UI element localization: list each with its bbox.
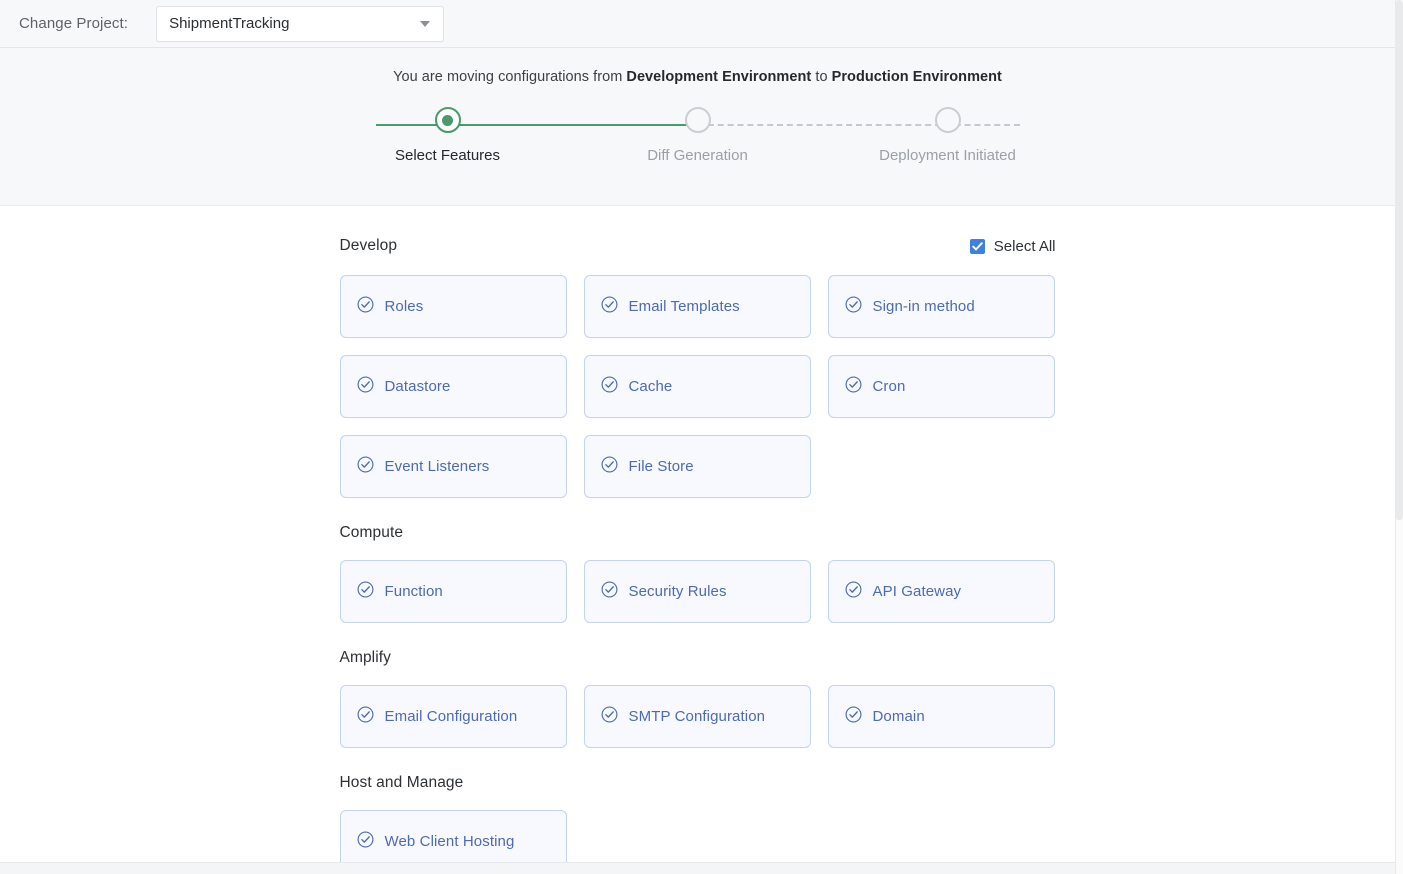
check-circle-icon xyxy=(357,456,374,478)
step-deployment-initiated[interactable]: Deployment Initiated xyxy=(848,107,1048,164)
check-circle-icon xyxy=(845,296,862,318)
source-environment: Development Environment xyxy=(626,69,811,85)
feature-card-email-templates[interactable]: Email Templates xyxy=(584,275,811,338)
feature-card-api-gateway[interactable]: API Gateway xyxy=(828,560,1055,623)
check-circle-icon xyxy=(357,706,374,728)
check-circle-icon xyxy=(845,581,862,603)
feature-label: Email Configuration xyxy=(385,708,518,725)
check-circle-icon xyxy=(357,831,374,853)
feature-card-cron[interactable]: Cron xyxy=(828,355,1055,418)
step-bullet-icon xyxy=(935,107,961,133)
project-select-value: ShipmentTracking xyxy=(169,15,420,32)
target-environment: Production Environment xyxy=(832,69,1002,85)
feature-label: Event Listeners xyxy=(385,458,490,475)
check-circle-icon xyxy=(601,581,618,603)
feature-label: Cron xyxy=(873,378,906,395)
project-topbar: Change Project: ShipmentTracking xyxy=(0,0,1395,48)
section-develop: Develop Select All Roles xyxy=(340,235,1056,498)
feature-card-web-client-hosting[interactable]: Web Client Hosting xyxy=(340,810,567,862)
feature-card-security-rules[interactable]: Security Rules xyxy=(584,560,811,623)
section-title: Develop xyxy=(340,237,398,255)
select-all-checkbox[interactable] xyxy=(970,239,985,254)
select-all-control[interactable]: Select All xyxy=(970,238,1056,255)
section-compute: Compute Function Security Rules API Gate… xyxy=(340,524,1056,623)
section-title: Compute xyxy=(340,524,1056,542)
step-dot-icon xyxy=(692,115,703,126)
feature-card-sign-in-method[interactable]: Sign-in method xyxy=(828,275,1055,338)
project-select[interactable]: ShipmentTracking xyxy=(156,6,444,42)
section-title: Host and Manage xyxy=(340,774,1056,792)
feature-card-email-configuration[interactable]: Email Configuration xyxy=(340,685,567,748)
chevron-down-icon xyxy=(420,21,430,27)
change-project-label: Change Project: xyxy=(19,15,128,32)
scrollbar-thumb[interactable] xyxy=(1395,0,1403,520)
step-diff-generation[interactable]: Diff Generation xyxy=(598,107,798,164)
section-host-and-manage: Host and Manage Web Client Hosting xyxy=(340,774,1056,862)
feature-label: Domain xyxy=(873,708,925,725)
section-amplify: Amplify Email Configuration SMTP Configu… xyxy=(340,649,1056,748)
feature-label: Security Rules xyxy=(629,583,727,600)
check-circle-icon xyxy=(845,376,862,398)
feature-grid-develop: Roles Email Templates Sign-in method Dat… xyxy=(340,275,1056,498)
feature-sections: Develop Select All Roles xyxy=(340,206,1056,862)
check-circle-icon xyxy=(845,706,862,728)
feature-label: API Gateway xyxy=(873,583,962,600)
feature-label: SMTP Configuration xyxy=(629,708,766,725)
message-prefix: You are moving configurations from xyxy=(393,69,626,85)
select-all-label: Select All xyxy=(994,238,1056,255)
feature-card-event-listeners[interactable]: Event Listeners xyxy=(340,435,567,498)
feature-label: Cache xyxy=(629,378,673,395)
feature-card-cache[interactable]: Cache xyxy=(584,355,811,418)
check-circle-icon xyxy=(601,296,618,318)
wizard-header: You are moving configurations from Devel… xyxy=(0,48,1395,206)
progress-stepper: Select Features Diff Generation Deployme… xyxy=(348,107,1048,181)
section-header: Develop Select All xyxy=(340,235,1056,257)
feature-label: Roles xyxy=(385,298,424,315)
step-bullet-icon xyxy=(435,107,461,133)
step-dot-icon xyxy=(942,115,953,126)
check-circle-icon xyxy=(601,456,618,478)
feature-card-domain[interactable]: Domain xyxy=(828,685,1055,748)
feature-card-roles[interactable]: Roles xyxy=(340,275,567,338)
feature-label: File Store xyxy=(629,458,694,475)
step-label: Diff Generation xyxy=(647,147,748,164)
feature-label: Datastore xyxy=(385,378,451,395)
step-dot-icon xyxy=(442,115,453,126)
step-label: Deployment Initiated xyxy=(879,147,1016,164)
section-title: Amplify xyxy=(340,649,1056,667)
feature-grid-amplify: Email Configuration SMTP Configuration D… xyxy=(340,685,1056,748)
feature-selection-panel: Develop Select All Roles xyxy=(0,206,1395,862)
footer-strip xyxy=(0,862,1395,874)
message-middle: to xyxy=(811,69,831,85)
page-scrollbar[interactable] xyxy=(1395,0,1403,874)
feature-label: Function xyxy=(385,583,443,600)
step-bullet-icon xyxy=(685,107,711,133)
feature-card-file-store[interactable]: File Store xyxy=(584,435,811,498)
feature-label: Sign-in method xyxy=(873,298,975,315)
feature-label: Email Templates xyxy=(629,298,740,315)
feature-grid-compute: Function Security Rules API Gateway xyxy=(340,560,1056,623)
feature-grid-host-and-manage: Web Client Hosting xyxy=(340,810,1056,862)
step-label: Select Features xyxy=(395,147,500,164)
check-circle-icon xyxy=(357,296,374,318)
feature-card-datastore[interactable]: Datastore xyxy=(340,355,567,418)
check-circle-icon xyxy=(357,581,374,603)
check-circle-icon xyxy=(601,706,618,728)
check-circle-icon xyxy=(601,376,618,398)
feature-label: Web Client Hosting xyxy=(385,833,515,850)
moving-configurations-message: You are moving configurations from Devel… xyxy=(0,48,1395,85)
deployment-wizard-page: Change Project: ShipmentTracking You are… xyxy=(0,0,1403,874)
feature-card-smtp-configuration[interactable]: SMTP Configuration xyxy=(584,685,811,748)
check-circle-icon xyxy=(357,376,374,398)
feature-card-function[interactable]: Function xyxy=(340,560,567,623)
step-select-features[interactable]: Select Features xyxy=(348,107,548,164)
stepper-steps: Select Features Diff Generation Deployme… xyxy=(348,107,1048,164)
